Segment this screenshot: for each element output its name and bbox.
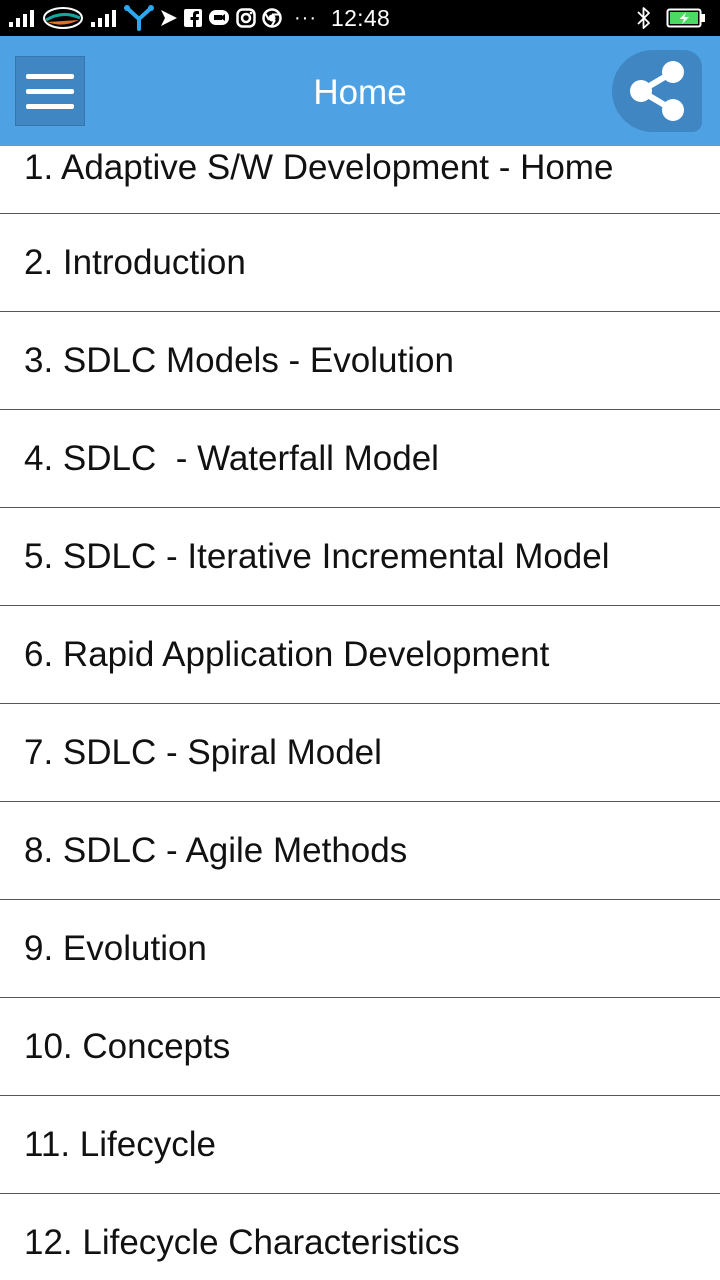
clock-time: 12:48	[330, 4, 391, 31]
status-bar: ··· 12:48	[0, 0, 720, 36]
status-bar-right	[636, 0, 706, 36]
list-item-label: 7. SDLC - Spiral Model	[24, 733, 382, 772]
notification-overflow-indicator: ···	[294, 6, 317, 29]
list-item[interactable]: 8. SDLC - Agile Methods	[0, 802, 720, 900]
app-toolbar: Home	[0, 36, 720, 146]
tree-icon	[124, 5, 154, 31]
signal-icon	[8, 8, 36, 28]
list-item[interactable]: 4. SDLC - Waterfall Model	[0, 410, 720, 508]
hamburger-menu-icon-bar	[26, 88, 74, 94]
carrier-logo	[42, 6, 84, 30]
hamburger-menu-button[interactable]	[15, 56, 85, 126]
list-item-label: 11. Lifecycle	[24, 1125, 216, 1164]
instagram-icon	[236, 8, 256, 28]
list-item-label: 3. SDLC Models - Evolution	[24, 341, 454, 380]
hamburger-menu-icon-bar	[26, 103, 74, 109]
list-item[interactable]: 5. SDLC - Iterative Incremental Model	[0, 508, 720, 606]
list-item[interactable]: 11. Lifecycle	[0, 1096, 720, 1194]
list-item-label: 5. SDLC - Iterative Incremental Model	[24, 537, 610, 576]
messenger-icon	[208, 8, 230, 28]
share-button[interactable]	[612, 50, 702, 132]
list-item-label: 9. Evolution	[24, 929, 207, 968]
list-item[interactable]: 9. Evolution	[0, 900, 720, 998]
battery-charging-icon	[666, 7, 706, 29]
status-bar-left: ··· 12:48	[8, 0, 390, 36]
list-item-label: 10. Concepts	[24, 1027, 231, 1066]
list-item[interactable]: 2. Introduction	[0, 214, 720, 312]
list-item-label: 1. Adaptive S/W Development - Home	[24, 148, 614, 187]
list-item[interactable]: 12. Lifecycle Characteristics	[0, 1194, 720, 1280]
list-item-label: 6. Rapid Application Development	[24, 635, 550, 674]
topic-list: 1. Adaptive S/W Development - Home 2. In…	[0, 146, 720, 1280]
list-item[interactable]: 3. SDLC Models - Evolution	[0, 312, 720, 410]
list-item-label: 4. SDLC - Waterfall Model	[24, 439, 439, 478]
chrome-icon	[262, 8, 282, 28]
list-item[interactable]: 10. Concepts	[0, 998, 720, 1096]
list-item[interactable]: 7. SDLC - Spiral Model	[0, 704, 720, 802]
list-item-label: 2. Introduction	[24, 243, 246, 282]
list-item[interactable]: 6. Rapid Application Development	[0, 606, 720, 704]
app-screen: ··· 12:48 Home 1. Adaptive S/W Developme…	[0, 0, 720, 1280]
signal-icon	[90, 8, 118, 28]
bluetooth-icon	[636, 6, 652, 30]
list-item[interactable]: 1. Adaptive S/W Development - Home	[0, 146, 720, 214]
share-icon	[630, 61, 684, 121]
list-item-label: 12. Lifecycle Characteristics	[24, 1223, 460, 1262]
facebook-icon	[184, 9, 202, 27]
hamburger-menu-icon	[26, 73, 74, 79]
list-item-label: 8. SDLC - Agile Methods	[24, 831, 408, 870]
send-icon	[160, 8, 178, 28]
